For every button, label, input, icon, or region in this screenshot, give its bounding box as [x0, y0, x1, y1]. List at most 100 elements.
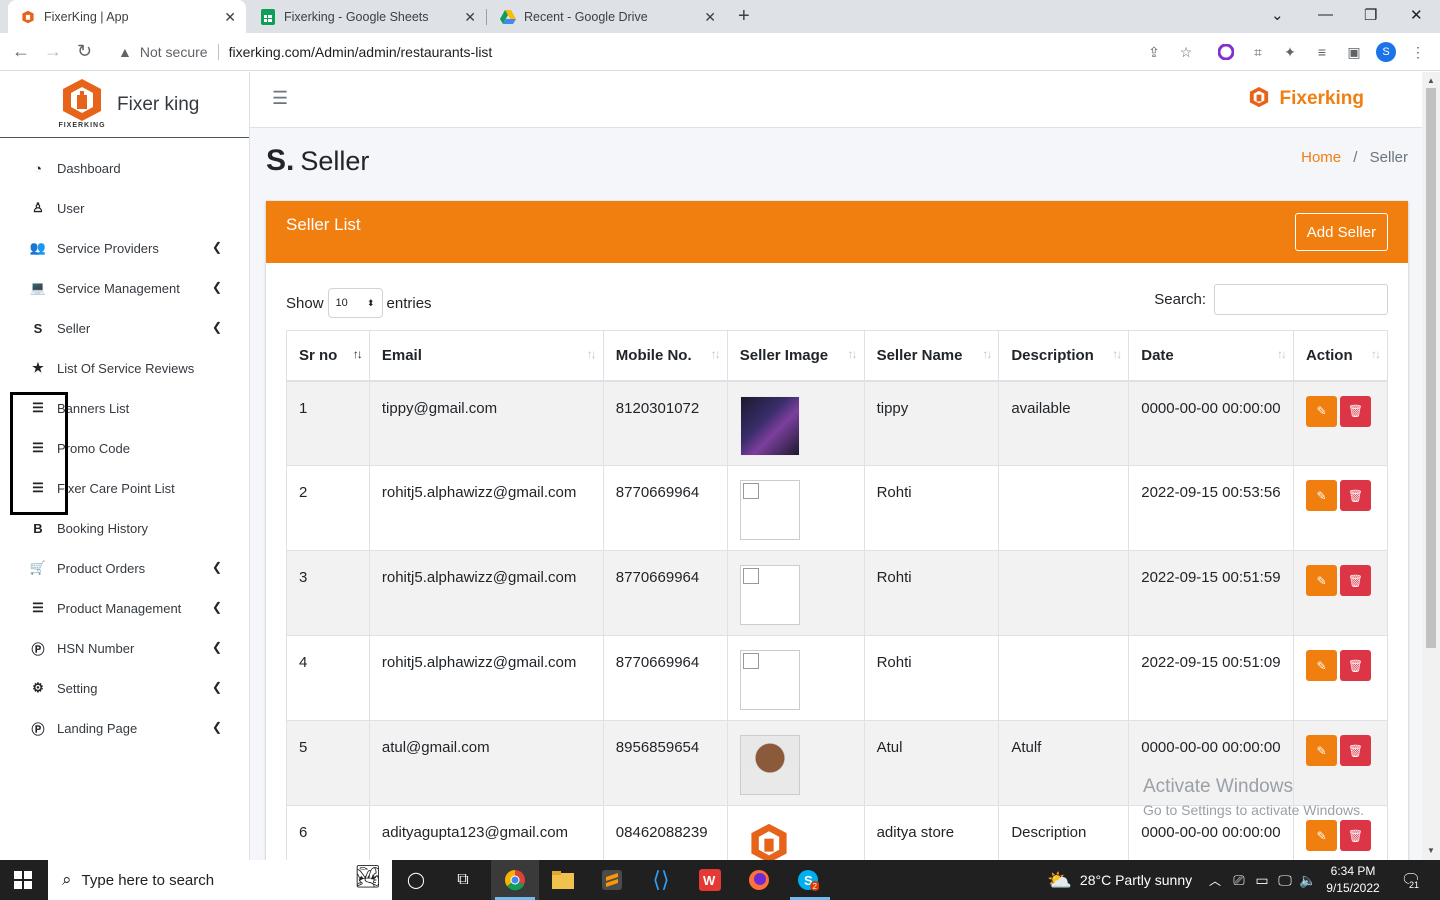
seller-image-thumbnail[interactable]: [739, 565, 800, 625]
firefox-icon[interactable]: [747, 868, 771, 892]
close-tab-icon[interactable]: ✕: [704, 9, 716, 26]
edit-button[interactable]: ✎: [1305, 480, 1337, 511]
column-header-label: Email: [381, 346, 422, 364]
taskbar-clock[interactable]: 6:34 PM 9/15/2022: [1320, 863, 1386, 897]
url-text: fixerking.com/Admin/admin/restaurants-li…: [228, 44, 493, 60]
share-icon[interactable]: ⇪: [1145, 43, 1163, 61]
cell-seller-name: Rohti: [863, 465, 1000, 551]
page-scrollbar[interactable]: ▲ ▼: [1422, 72, 1440, 860]
new-tab-icon[interactable]: +: [738, 5, 750, 28]
delete-button[interactable]: 🗑: [1339, 395, 1371, 427]
edit-button[interactable]: ✎: [1305, 650, 1337, 681]
reload-icon[interactable]: ↻: [77, 41, 92, 62]
wps-office-icon[interactable]: W: [698, 868, 722, 892]
meet-now-icon[interactable]: ⎚: [1227, 868, 1251, 892]
forward-icon[interactable]: →: [44, 41, 62, 62]
sidebar-item-service-management[interactable]: 💻 Service Management ❮: [0, 268, 250, 308]
add-seller-button[interactable]: Add Seller: [1294, 213, 1388, 251]
column-header-action[interactable]: Action ↑↓: [1292, 330, 1389, 382]
back-icon[interactable]: ←: [12, 41, 30, 62]
vscode-icon[interactable]: ⟨⟩: [649, 867, 673, 892]
column-header-sr-no[interactable]: Sr no ↑↓: [286, 330, 370, 382]
chrome-taskbar-icon[interactable]: [503, 868, 527, 892]
restore-icon[interactable]: ❐: [1364, 6, 1377, 24]
sheets-favicon-icon: [260, 8, 276, 25]
edit-pencil-icon: ✎: [1316, 573, 1327, 588]
profile-avatar[interactable]: S: [1376, 42, 1396, 62]
url-omnibox[interactable]: ▲ Not secure fixerking.com/Admin/admin/r…: [108, 38, 1208, 66]
tab-search-chevron-icon[interactable]: ⌄: [1271, 6, 1284, 24]
sidebar-item-landing-page[interactable]: Ⓟ Landing Page ❮: [0, 708, 250, 748]
scrollbar-thumb[interactable]: [1426, 88, 1436, 648]
scroll-up-icon[interactable]: ▲: [1427, 76, 1435, 85]
cortana-icon[interactable]: ◯: [404, 868, 428, 892]
column-header-date[interactable]: Date ↑↓: [1128, 330, 1294, 382]
seller-image-thumbnail[interactable]: [739, 650, 800, 710]
windows-start-icon[interactable]: [14, 871, 32, 889]
p-circle-icon: Ⓟ: [31, 721, 45, 737]
sidebar-item-user[interactable]: ♙ User: [0, 188, 250, 228]
tab-google-drive[interactable]: Recent - Google Drive ✕: [488, 0, 726, 33]
edit-button[interactable]: ✎: [1305, 820, 1337, 851]
sidebar-item-seller[interactable]: S Seller ❮: [0, 308, 250, 348]
navbar-brand[interactable]: Fixerking: [1246, 84, 1364, 114]
edit-button[interactable]: ✎: [1305, 565, 1337, 596]
edit-button[interactable]: ✎: [1305, 395, 1337, 427]
column-header-email[interactable]: Email ↑↓: [368, 330, 604, 382]
breadcrumb-home-link[interactable]: Home: [1301, 149, 1341, 166]
sidebar-item-setting[interactable]: ⚙ Setting ❮: [0, 668, 250, 708]
seller-image-thumbnail[interactable]: [739, 735, 800, 795]
sidebar-item-service-providers[interactable]: 👥 Service Providers ❮: [0, 228, 250, 268]
sidebar-brand[interactable]: FIXERKING Fixer king: [0, 72, 249, 138]
cell-image: [726, 465, 865, 551]
scroll-down-icon[interactable]: ▼: [1427, 846, 1435, 855]
delete-button[interactable]: 🗑: [1339, 565, 1371, 596]
sidebar-item-dashboard[interactable]: ◔ Dashboard: [0, 148, 250, 188]
close-tab-icon[interactable]: ✕: [224, 9, 236, 26]
puzzle-extensions-icon[interactable]: ✦: [1281, 43, 1299, 61]
edit-button[interactable]: ✎: [1305, 735, 1337, 766]
screenshot-extension-icon[interactable]: ⌗: [1249, 43, 1267, 61]
network-icon[interactable]: 🖵: [1273, 868, 1297, 892]
chevron-left-icon: ❮: [211, 280, 222, 294]
tray-overflow-chevron-icon[interactable]: ︿: [1203, 868, 1227, 892]
minimize-icon[interactable]: —: [1318, 6, 1333, 23]
reading-list-icon[interactable]: ≡: [1313, 43, 1331, 61]
delete-button[interactable]: 🗑: [1339, 735, 1371, 766]
seller-image-thumbnail[interactable]: [739, 395, 800, 456]
sidebar-item-product-management[interactable]: ☰ Product Management ❮: [0, 588, 250, 628]
battery-icon[interactable]: ▭: [1250, 868, 1274, 892]
sidebar-item-product-orders[interactable]: 🛒 Product Orders ❮: [0, 548, 250, 588]
file-explorer-icon[interactable]: [551, 868, 575, 892]
sidebar-item-hsn-number[interactable]: Ⓟ HSN Number ❮: [0, 628, 250, 668]
delete-button[interactable]: 🗑: [1339, 820, 1371, 851]
side-panel-icon[interactable]: ▣: [1345, 43, 1363, 61]
column-header-seller-image[interactable]: Seller Image ↑↓: [726, 330, 865, 382]
close-tab-icon[interactable]: ✕: [464, 9, 476, 26]
delete-button[interactable]: 🗑: [1339, 480, 1371, 511]
column-header-mobile-no[interactable]: Mobile No. ↑↓: [602, 330, 728, 382]
column-header-seller-name[interactable]: Seller Name ↑↓: [863, 330, 1000, 382]
logo-caption: FIXERKING: [58, 122, 106, 129]
delete-button[interactable]: 🗑: [1339, 650, 1371, 681]
seller-image-thumbnail[interactable]: [740, 820, 800, 860]
table-row: 1 tippy@gmail.com 8120301072 tippy available…: [286, 380, 1389, 466]
close-window-icon[interactable]: ✕: [1410, 6, 1423, 24]
seller-image-thumbnail[interactable]: [739, 480, 800, 540]
bookmark-star-icon[interactable]: ☆: [1177, 43, 1195, 61]
taskbar-search-box[interactable]: ⌕ Type here to search 🏞: [48, 860, 392, 900]
tab-google-sheets[interactable]: Fixerking - Google Sheets ✕: [248, 0, 486, 33]
task-view-icon[interactable]: ⧉: [451, 868, 475, 892]
volume-icon[interactable]: 🔈: [1296, 868, 1320, 892]
tab-fixerking-app[interactable]: FixerKing | App ✕: [8, 0, 246, 33]
skype-icon[interactable]: S2: [796, 868, 820, 892]
browser-menu-icon[interactable]: ⋮: [1409, 43, 1427, 61]
weather-widget[interactable]: ⛅ 28°C Partly sunny: [1047, 860, 1192, 900]
sidebar-item-list-of-service-reviews[interactable]: ★ List Of Service Reviews: [0, 348, 250, 388]
entries-select[interactable]: 10 ⬍: [327, 288, 383, 318]
search-input[interactable]: [1214, 284, 1388, 315]
sublime-text-icon[interactable]: [600, 868, 624, 892]
extension-color-icon[interactable]: [1217, 43, 1235, 61]
hamburger-menu-icon[interactable]: ☰: [272, 88, 288, 109]
column-header-description[interactable]: Description ↑↓: [998, 330, 1130, 382]
